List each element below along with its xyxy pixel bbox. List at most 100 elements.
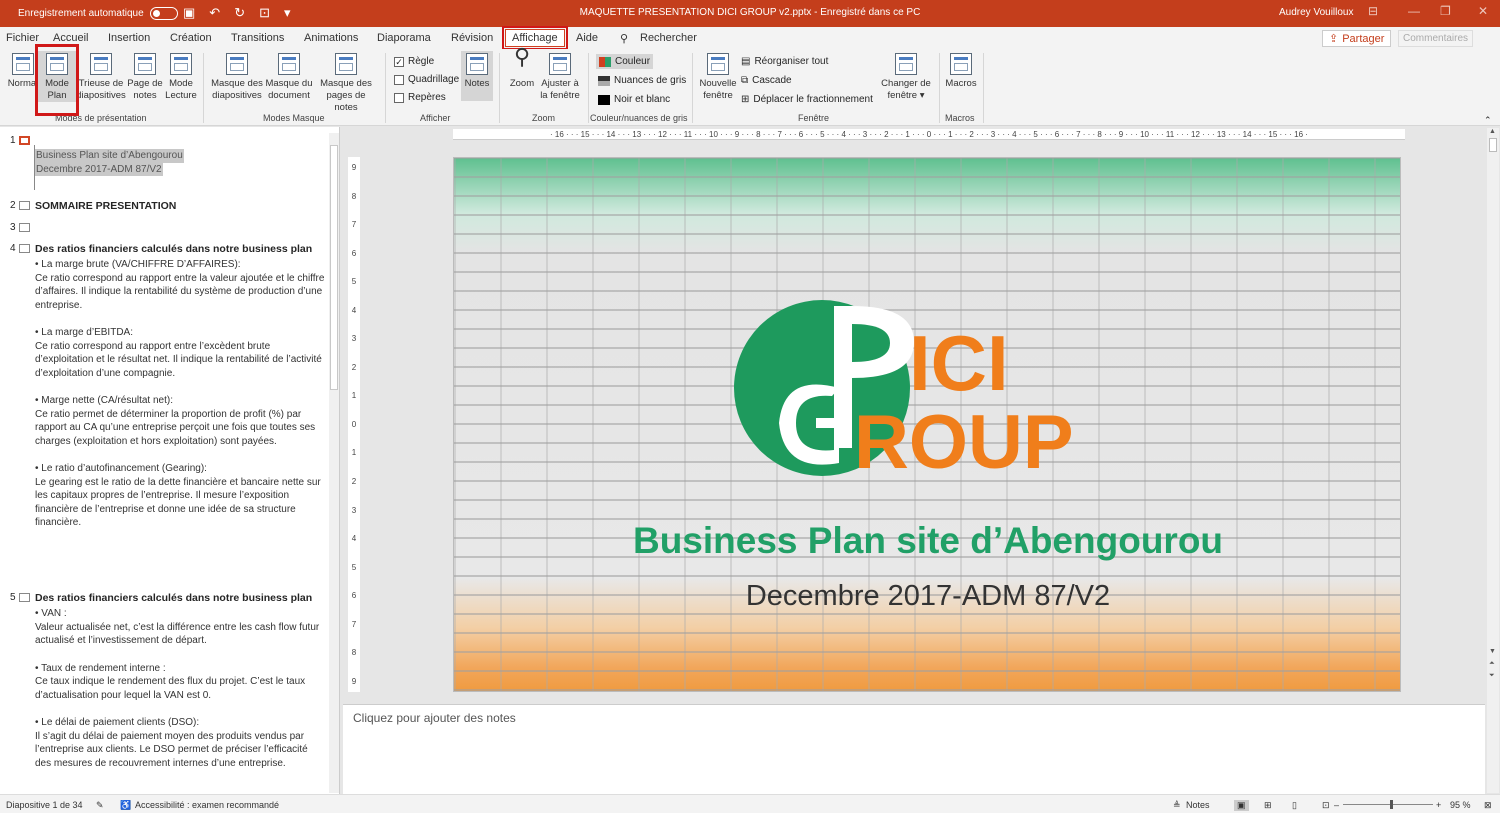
slide-icon[interactable] xyxy=(19,244,30,253)
share-icon: ⇪ xyxy=(1329,33,1339,45)
next-slide-icon[interactable]: ⏷ xyxy=(1489,672,1495,680)
ruler-tick: 7 xyxy=(351,619,357,629)
black-white-button[interactable]: Noir et blanc xyxy=(598,94,670,105)
reading-view-button[interactable]: Mode Lecture xyxy=(163,51,199,102)
undo-icon[interactable]: ↶ xyxy=(209,5,220,21)
slide-4-title[interactable]: Des ratios financiers calculés dans notr… xyxy=(35,243,312,255)
move-split-icon: ⊞ xyxy=(741,94,750,105)
group-label-show: Afficher xyxy=(420,113,451,123)
minimize-icon[interactable]: — xyxy=(1408,4,1420,18)
outline-view-highlight xyxy=(35,44,79,116)
notes-toggle-button[interactable]: Notes xyxy=(461,51,493,101)
zoom-button[interactable]: ⚲ Zoom xyxy=(506,46,538,90)
start-presentation-icon[interactable]: ⊡ xyxy=(259,5,270,21)
grayscale-icon xyxy=(598,75,610,86)
slide-subtitle[interactable]: Decembre 2017-ADM 87/V2 xyxy=(454,580,1400,613)
tab-insertion[interactable]: Insertion xyxy=(108,32,150,44)
grayscale-button[interactable]: Nuances de gris xyxy=(598,75,686,86)
slide-icon[interactable] xyxy=(19,136,30,145)
scroll-down-icon[interactable]: ▼ xyxy=(1489,648,1496,655)
fit-slide-icon[interactable]: ⊠ xyxy=(1484,800,1492,811)
slide-4-body[interactable]: • La marge brute (VA/CHIFFRE D’AFFAIRES)… xyxy=(35,258,325,530)
cascade-label: Cascade xyxy=(752,75,792,86)
user-name[interactable]: Audrey Vouilloux xyxy=(1279,7,1354,18)
normal-view-status-icon[interactable]: ▣ xyxy=(1234,800,1249,811)
customize-qat-icon[interactable]: ▾ xyxy=(284,5,291,21)
slide-icon[interactable] xyxy=(19,593,30,602)
zoom-out-icon[interactable]: – xyxy=(1334,800,1339,810)
notes-master-button[interactable]: Masque des pages de notes xyxy=(314,51,378,114)
outline-pane[interactable]: 1 Business Plan site d’Abengourou Decemb… xyxy=(0,127,340,794)
slideshow-status-icon[interactable]: ⊡ xyxy=(1322,800,1330,811)
collapse-ribbon-icon[interactable]: ⌃ xyxy=(1484,115,1492,126)
new-window-button[interactable]: Nouvelle fenêtre xyxy=(697,51,739,102)
notes-pane[interactable]: Cliquez pour ajouter des notes xyxy=(343,704,1485,794)
tab-transitions[interactable]: Transitions xyxy=(231,32,284,44)
tab-aide[interactable]: Aide xyxy=(576,32,598,44)
slide-title[interactable]: Business Plan site d’Abengourou xyxy=(454,520,1400,562)
ruler-checkbox[interactable]: ✓ Règle xyxy=(394,56,434,67)
reading-view-status-icon[interactable]: ▯ xyxy=(1292,800,1297,811)
zoom-level[interactable]: 95 % xyxy=(1450,800,1471,810)
color-button[interactable]: Couleur xyxy=(596,54,654,69)
close-icon[interactable]: ✕ xyxy=(1478,4,1488,18)
separator xyxy=(983,53,984,123)
scroll-up-icon[interactable]: ▲ xyxy=(1489,128,1496,135)
scroll-thumb[interactable] xyxy=(1489,138,1497,152)
notes-page-button[interactable]: Page de notes xyxy=(126,51,164,102)
move-split-label: Déplacer le fractionnement xyxy=(753,94,873,105)
zoom-in-icon[interactable]: + xyxy=(1436,800,1441,810)
save-icon[interactable]: ▣ xyxy=(183,5,195,21)
macros-button[interactable]: Macros xyxy=(943,51,979,90)
tab-revision[interactable]: Révision xyxy=(451,32,493,44)
ruler-tick: 9 xyxy=(351,163,357,172)
spelling-icon[interactable]: ✎ xyxy=(96,800,104,811)
cascade-button[interactable]: ⧉ Cascade xyxy=(741,75,792,86)
bullet: • Le délai de paiement clients (DSO): xyxy=(35,717,200,728)
slide-5-title[interactable]: Des ratios financiers calculés dans notr… xyxy=(35,592,312,604)
slide-icon[interactable] xyxy=(19,201,30,210)
slide-sorter-button[interactable]: Trieuse de diapositives xyxy=(76,51,126,102)
ruler-tick: 6 xyxy=(351,591,357,601)
slide-number: 4 xyxy=(10,243,16,254)
zoom-knob[interactable] xyxy=(1390,800,1393,809)
guides-checkbox[interactable]: Repères xyxy=(394,92,446,103)
tab-diaporama[interactable]: Diaporama xyxy=(377,32,431,44)
switch-window-button[interactable]: Changer de fenêtre ▾ xyxy=(879,51,933,102)
tab-accueil[interactable]: Accueil xyxy=(53,32,88,44)
slide-master-button[interactable]: Masque des diapositives xyxy=(210,51,264,102)
outline-scrollbar[interactable] xyxy=(329,133,339,793)
fit-to-window-button[interactable]: Ajuster à la fenêtre xyxy=(538,51,582,102)
move-split-button[interactable]: ⊞ Déplacer le fractionnement xyxy=(741,94,873,105)
accessibility-status[interactable]: Accessibilité : examen recommandé xyxy=(135,800,279,810)
redo-icon[interactable]: ↻ xyxy=(234,5,245,21)
gridlines-checkbox[interactable]: Quadrillage xyxy=(394,74,459,85)
slide-canvas[interactable]: ICI ROUP Business Plan site d’Abengourou… xyxy=(453,157,1401,692)
autosave-toggle[interactable] xyxy=(149,7,178,20)
black-white-label: Noir et blanc xyxy=(614,94,671,105)
scroll-thumb[interactable] xyxy=(330,145,338,390)
handout-master-button[interactable]: Masque du document xyxy=(264,51,314,102)
prev-slide-icon[interactable]: ⏶ xyxy=(1489,660,1495,668)
tab-fichier[interactable]: Fichier xyxy=(6,32,39,44)
slide-2-title[interactable]: SOMMAIRE PRESENTATION xyxy=(35,200,176,212)
search-icon[interactable]: ⚲ xyxy=(620,32,628,45)
slide-scrollbar[interactable]: ▲ ▼ ⏶ ⏷ xyxy=(1487,128,1499,793)
slide-1-text[interactable]: Business Plan site d’Abengourou Decembre… xyxy=(35,149,325,176)
slide-icon[interactable] xyxy=(19,223,30,232)
slide-5-body[interactable]: • VAN : Valeur actualisée net, c’est la … xyxy=(35,607,325,770)
tab-creation[interactable]: Création xyxy=(170,32,212,44)
notes-master-icon xyxy=(335,53,357,75)
restore-icon[interactable]: ❐ xyxy=(1440,4,1451,18)
ribbon-display-icon[interactable]: ⊟ xyxy=(1368,4,1378,18)
slide-sorter-status-icon[interactable]: ⊞ xyxy=(1264,800,1272,811)
tab-animations[interactable]: Animations xyxy=(304,32,358,44)
zoom-slider[interactable] xyxy=(1343,800,1433,809)
notes-status-button[interactable]: Notes xyxy=(1186,800,1210,810)
arrange-all-button[interactable]: ▤ Réorganiser tout xyxy=(741,56,828,67)
fit-label-2: la fenêtre xyxy=(540,90,580,101)
share-button[interactable]: ⇪ Partager xyxy=(1322,30,1392,47)
comments-button[interactable]: Commentaires xyxy=(1398,30,1474,47)
autosave[interactable]: Enregistrement automatique xyxy=(18,7,178,20)
search-label[interactable]: Rechercher xyxy=(640,32,697,44)
